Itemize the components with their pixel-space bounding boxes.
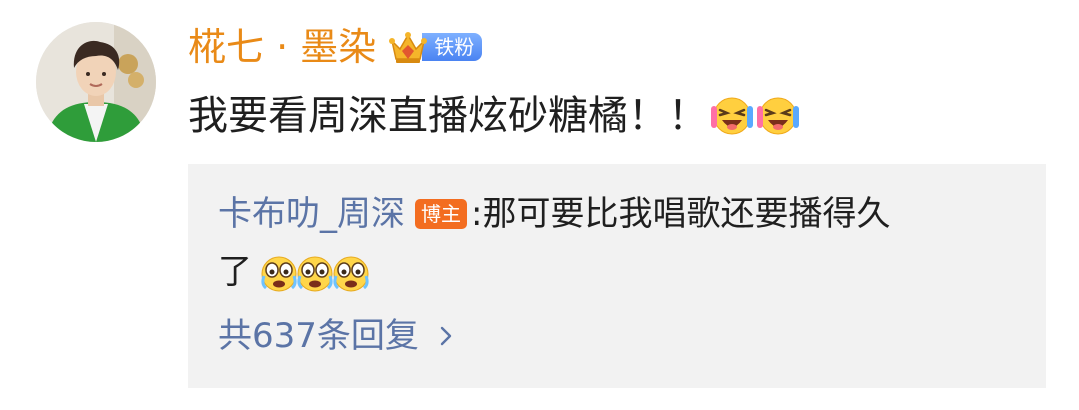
- fan-badge-label: 铁粉: [422, 33, 483, 61]
- comment-text: 我要看周深直播炫砂糖橘！！: [188, 93, 708, 139]
- crown-icon: [389, 32, 428, 63]
- comment-username[interactable]: 椛七 · 墨染: [188, 22, 376, 72]
- avatar-image: [36, 22, 156, 142]
- crying-laugh-emoji: [261, 256, 297, 291]
- laughing-tears-emoji: [711, 97, 753, 135]
- reply-author[interactable]: 卡布叻_周深: [218, 194, 405, 234]
- avatar[interactable]: [36, 22, 156, 142]
- crying-laugh-emoji: [297, 256, 333, 291]
- chevron-right-icon: [440, 326, 452, 346]
- more-replies-label: 共637条回复: [218, 316, 419, 356]
- crying-laugh-emoji: [333, 256, 369, 291]
- reply-line-2: 了: [218, 248, 1018, 296]
- reply-line-1: 卡布叻_周深 博主:那可要比我唱歌还要播得久: [218, 190, 1018, 238]
- comment-header: 椛七 · 墨染 铁粉: [188, 22, 483, 72]
- comment-body: 我要看周深直播炫砂糖橘！！: [188, 88, 800, 144]
- reply-text-line2: 了: [218, 252, 252, 292]
- blogger-badge: 博主: [415, 199, 467, 229]
- laughing-tears-emoji: [757, 97, 799, 135]
- reply-box[interactable]: 卡布叻_周深 博主:那可要比我唱歌还要播得久 了 共637条回复: [188, 164, 1046, 388]
- fan-badge[interactable]: 铁粉: [388, 30, 483, 64]
- reply-text-line1: 那可要比我唱歌还要播得久: [482, 194, 891, 234]
- reply-separator: :: [471, 194, 483, 234]
- more-replies-link[interactable]: 共637条回复: [218, 312, 457, 360]
